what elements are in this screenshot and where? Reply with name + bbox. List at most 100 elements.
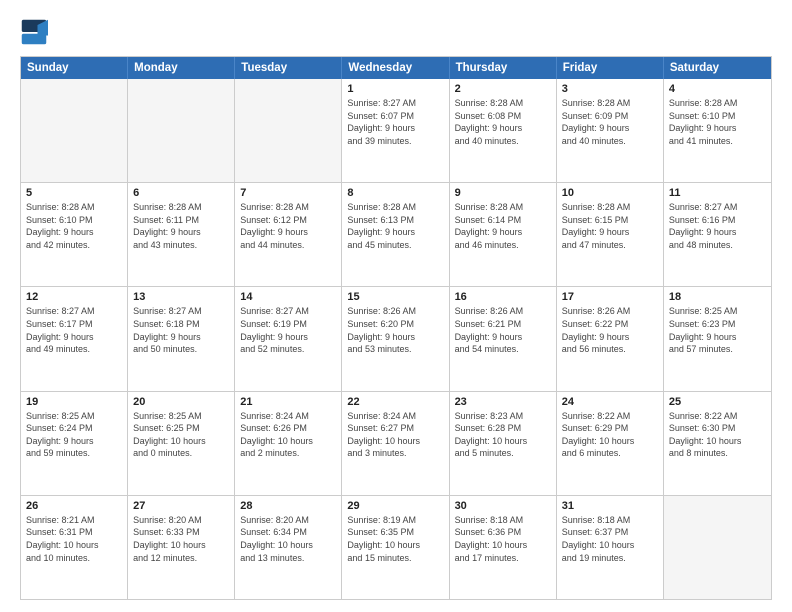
day-info: Sunrise: 8:24 AM Sunset: 6:27 PM Dayligh… [347,410,443,460]
day-info: Sunrise: 8:28 AM Sunset: 6:08 PM Dayligh… [455,97,551,147]
day-info: Sunrise: 8:28 AM Sunset: 6:10 PM Dayligh… [26,201,122,251]
day-number: 25 [669,396,766,408]
day-info: Sunrise: 8:28 AM Sunset: 6:14 PM Dayligh… [455,201,551,251]
day-number: 24 [562,396,658,408]
day-cell: 22 Sunrise: 8:24 AM Sunset: 6:27 PM Dayli… [342,392,449,495]
day-number: 3 [562,83,658,95]
day-header-saturday: Saturday [664,57,771,79]
week-row-3: 12 Sunrise: 8:27 AM Sunset: 6:17 PM Dayli… [21,286,771,390]
day-number: 16 [455,291,551,303]
day-cell: 15 Sunrise: 8:26 AM Sunset: 6:20 PM Dayli… [342,287,449,390]
day-cell: 5 Sunrise: 8:28 AM Sunset: 6:10 PM Daylig… [21,183,128,286]
day-header-sunday: Sunday [21,57,128,79]
day-info: Sunrise: 8:20 AM Sunset: 6:33 PM Dayligh… [133,514,229,564]
day-number: 27 [133,500,229,512]
day-info: Sunrise: 8:25 AM Sunset: 6:23 PM Dayligh… [669,305,766,355]
day-number: 19 [26,396,122,408]
day-number: 12 [26,291,122,303]
day-cell: 14Sunrise: 8:27 AM Sunset: 6:19 PM Dayli… [235,287,342,390]
day-number: 13 [133,291,229,303]
day-cell [235,79,342,182]
day-cell: 18 Sunrise: 8:25 AM Sunset: 6:23 PM Dayli… [664,287,771,390]
day-cell: 6 Sunrise: 8:28 AM Sunset: 6:11 PM Daylig… [128,183,235,286]
week-row-1: 1Sunrise: 8:27 AM Sunset: 6:07 PM Daylig… [21,79,771,182]
day-cell: 24 Sunrise: 8:22 AM Sunset: 6:29 PM Dayli… [557,392,664,495]
day-info: Sunrise: 8:20 AM Sunset: 6:34 PM Dayligh… [240,514,336,564]
day-cell: 23 Sunrise: 8:23 AM Sunset: 6:28 PM Dayli… [450,392,557,495]
day-cell [664,496,771,599]
day-number: 20 [133,396,229,408]
day-number: 8 [347,187,443,199]
day-cell [128,79,235,182]
day-info: Sunrise: 8:26 AM Sunset: 6:20 PM Dayligh… [347,305,443,355]
day-number: 23 [455,396,551,408]
day-number: 28 [240,500,336,512]
day-info: Sunrise: 8:28 AM Sunset: 6:09 PM Dayligh… [562,97,658,147]
day-number: 7 [240,187,336,199]
day-number: 26 [26,500,122,512]
day-info: Sunrise: 8:21 AM Sunset: 6:31 PM Dayligh… [26,514,122,564]
day-cell: 19 Sunrise: 8:25 AM Sunset: 6:24 PM Dayli… [21,392,128,495]
week-row-5: 26 Sunrise: 8:21 AM Sunset: 6:31 PM Dayli… [21,495,771,599]
day-info: Sunrise: 8:25 AM Sunset: 6:24 PM Dayligh… [26,410,122,460]
day-number: 5 [26,187,122,199]
day-cell: 10 Sunrise: 8:28 AM Sunset: 6:15 PM Dayli… [557,183,664,286]
day-number: 10 [562,187,658,199]
day-info: Sunrise: 8:28 AM Sunset: 6:10 PM Dayligh… [669,97,766,147]
logo [20,18,52,46]
day-info: Sunrise: 8:18 AM Sunset: 6:37 PM Dayligh… [562,514,658,564]
day-number: 18 [669,291,766,303]
calendar: SundayMondayTuesdayWednesdayThursdayFrid… [20,56,772,600]
day-info: Sunrise: 8:27 AM Sunset: 6:16 PM Dayligh… [669,201,766,251]
day-cell: 16 Sunrise: 8:26 AM Sunset: 6:21 PM Dayli… [450,287,557,390]
day-cell: 9 Sunrise: 8:28 AM Sunset: 6:14 PM Daylig… [450,183,557,286]
day-cell: 26 Sunrise: 8:21 AM Sunset: 6:31 PM Dayli… [21,496,128,599]
day-info: Sunrise: 8:26 AM Sunset: 6:21 PM Dayligh… [455,305,551,355]
day-number: 11 [669,187,766,199]
day-number: 21 [240,396,336,408]
day-number: 2 [455,83,551,95]
day-number: 30 [455,500,551,512]
day-header-monday: Monday [128,57,235,79]
day-header-friday: Friday [557,57,664,79]
day-cell: 21 Sunrise: 8:24 AM Sunset: 6:26 PM Dayli… [235,392,342,495]
day-cell: 20Sunrise: 8:25 AM Sunset: 6:25 PM Dayli… [128,392,235,495]
logo-icon [20,18,48,46]
day-info: Sunrise: 8:22 AM Sunset: 6:30 PM Dayligh… [669,410,766,460]
day-cell: 1Sunrise: 8:27 AM Sunset: 6:07 PM Daylig… [342,79,449,182]
day-info: Sunrise: 8:23 AM Sunset: 6:28 PM Dayligh… [455,410,551,460]
day-info: Sunrise: 8:18 AM Sunset: 6:36 PM Dayligh… [455,514,551,564]
day-cell: 27 Sunrise: 8:20 AM Sunset: 6:33 PM Dayli… [128,496,235,599]
day-info: Sunrise: 8:28 AM Sunset: 6:15 PM Dayligh… [562,201,658,251]
day-number: 15 [347,291,443,303]
day-info: Sunrise: 8:27 AM Sunset: 6:17 PM Dayligh… [26,305,122,355]
day-cell: 8 Sunrise: 8:28 AM Sunset: 6:13 PM Daylig… [342,183,449,286]
day-info: Sunrise: 8:24 AM Sunset: 6:26 PM Dayligh… [240,410,336,460]
day-cell: 2 Sunrise: 8:28 AM Sunset: 6:08 PM Daylig… [450,79,557,182]
day-number: 6 [133,187,229,199]
day-info: Sunrise: 8:19 AM Sunset: 6:35 PM Dayligh… [347,514,443,564]
week-row-2: 5 Sunrise: 8:28 AM Sunset: 6:10 PM Daylig… [21,182,771,286]
day-cell: 12 Sunrise: 8:27 AM Sunset: 6:17 PM Dayli… [21,287,128,390]
day-info: Sunrise: 8:28 AM Sunset: 6:11 PM Dayligh… [133,201,229,251]
day-number: 9 [455,187,551,199]
day-info: Sunrise: 8:27 AM Sunset: 6:07 PM Dayligh… [347,97,443,147]
header [20,18,772,46]
day-number: 31 [562,500,658,512]
day-number: 22 [347,396,443,408]
day-cell [21,79,128,182]
calendar-body: 1Sunrise: 8:27 AM Sunset: 6:07 PM Daylig… [21,79,771,599]
day-info: Sunrise: 8:26 AM Sunset: 6:22 PM Dayligh… [562,305,658,355]
day-cell: 28 Sunrise: 8:20 AM Sunset: 6:34 PM Dayli… [235,496,342,599]
day-cell: 11 Sunrise: 8:27 AM Sunset: 6:16 PM Dayli… [664,183,771,286]
day-cell: 13Sunrise: 8:27 AM Sunset: 6:18 PM Dayli… [128,287,235,390]
day-header-tuesday: Tuesday [235,57,342,79]
day-cell: 30 Sunrise: 8:18 AM Sunset: 6:36 PM Dayli… [450,496,557,599]
day-info: Sunrise: 8:27 AM Sunset: 6:19 PM Dayligh… [240,305,336,355]
day-info: Sunrise: 8:22 AM Sunset: 6:29 PM Dayligh… [562,410,658,460]
day-cell: 3 Sunrise: 8:28 AM Sunset: 6:09 PM Daylig… [557,79,664,182]
day-header-wednesday: Wednesday [342,57,449,79]
day-headers: SundayMondayTuesdayWednesdayThursdayFrid… [21,57,771,79]
day-cell: 4Sunrise: 8:28 AM Sunset: 6:10 PM Daylig… [664,79,771,182]
day-info: Sunrise: 8:28 AM Sunset: 6:13 PM Dayligh… [347,201,443,251]
